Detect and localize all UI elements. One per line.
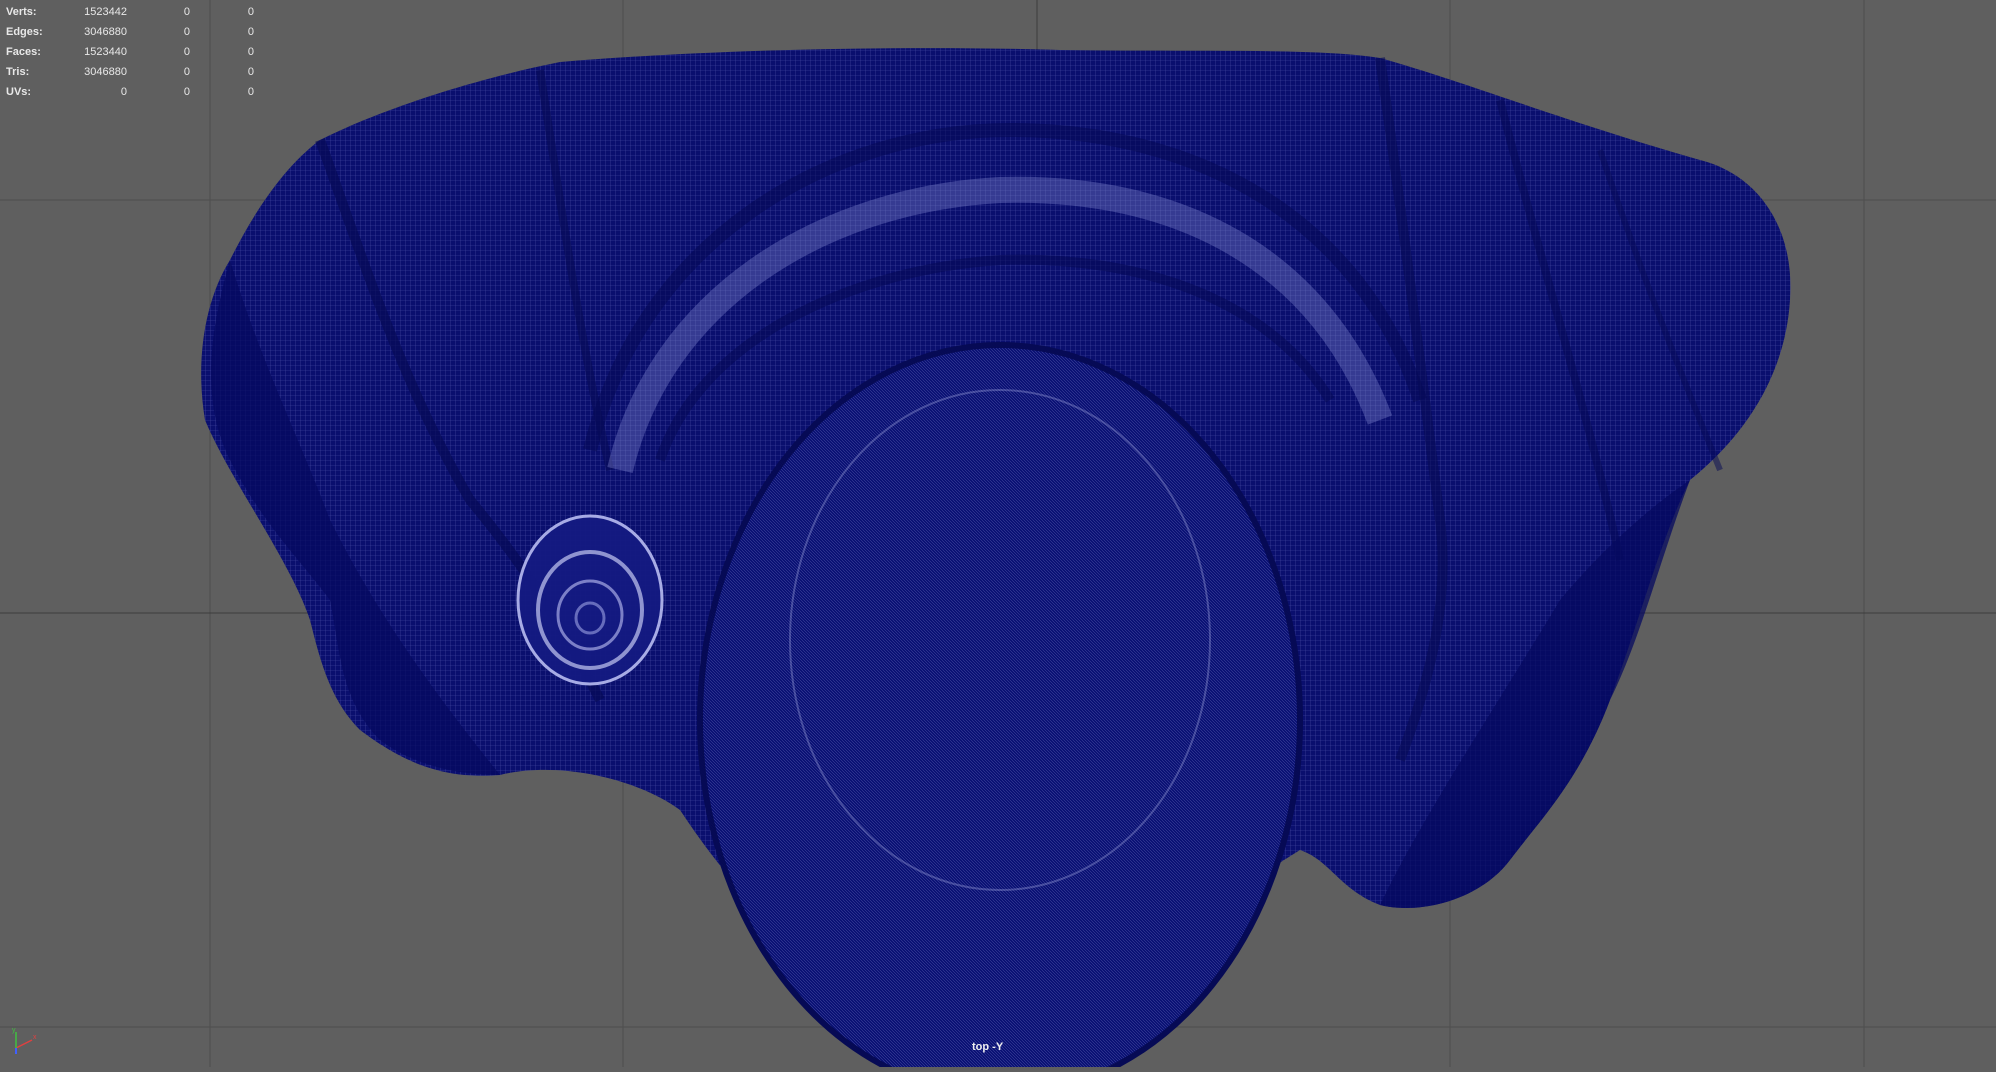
hud-label: UVs: <box>6 86 32 98</box>
hud-value: 0 <box>247 6 254 18</box>
hud-value: 0 <box>247 26 254 38</box>
hud-row-tris: Tris: 3046880 0 0 <box>6 62 266 82</box>
hud-row-edges: Edges: 3046880 0 0 <box>6 22 266 42</box>
hud-value: 0 <box>247 46 254 58</box>
hud-row-faces: Faces: 1523440 0 0 <box>6 42 266 62</box>
hud-label: Faces: <box>6 46 41 58</box>
camera-name-label: top -Y <box>972 1041 1004 1053</box>
hud-value: 3046880 <box>84 66 127 78</box>
mesh-object[interactable] <box>201 48 1791 1072</box>
hud-value: 0 <box>183 26 190 38</box>
brooch-ornament <box>516 514 664 686</box>
hud-value: 0 <box>183 6 190 18</box>
hud-value: 3046880 <box>84 26 127 38</box>
xyz-axis-icon: x y <box>8 1026 38 1056</box>
hud-value: 0 <box>120 86 127 98</box>
hud-row-uvs: UVs: 0 0 0 <box>6 82 266 102</box>
hud-value: 1523442 <box>84 6 127 18</box>
hud-value: 0 <box>183 46 190 58</box>
hud-label: Verts: <box>6 6 37 18</box>
hud-label: Tris: <box>6 66 30 78</box>
hud-value: 0 <box>183 66 190 78</box>
poly-count-hud: Verts: 1523442 0 0 Edges: 3046880 0 0 Fa… <box>6 2 266 102</box>
svg-text:x: x <box>33 1034 37 1041</box>
svg-text:y: y <box>12 1027 16 1034</box>
hud-value: 0 <box>247 86 254 98</box>
hud-value: 0 <box>247 66 254 78</box>
hud-label: Edges: <box>6 26 43 38</box>
viewport[interactable] <box>0 0 1996 1072</box>
hud-value: 1523440 <box>84 46 127 58</box>
hud-row-verts: Verts: 1523442 0 0 <box>6 2 266 22</box>
hud-value: 0 <box>183 86 190 98</box>
viewport-canvas[interactable] <box>0 0 1996 1072</box>
